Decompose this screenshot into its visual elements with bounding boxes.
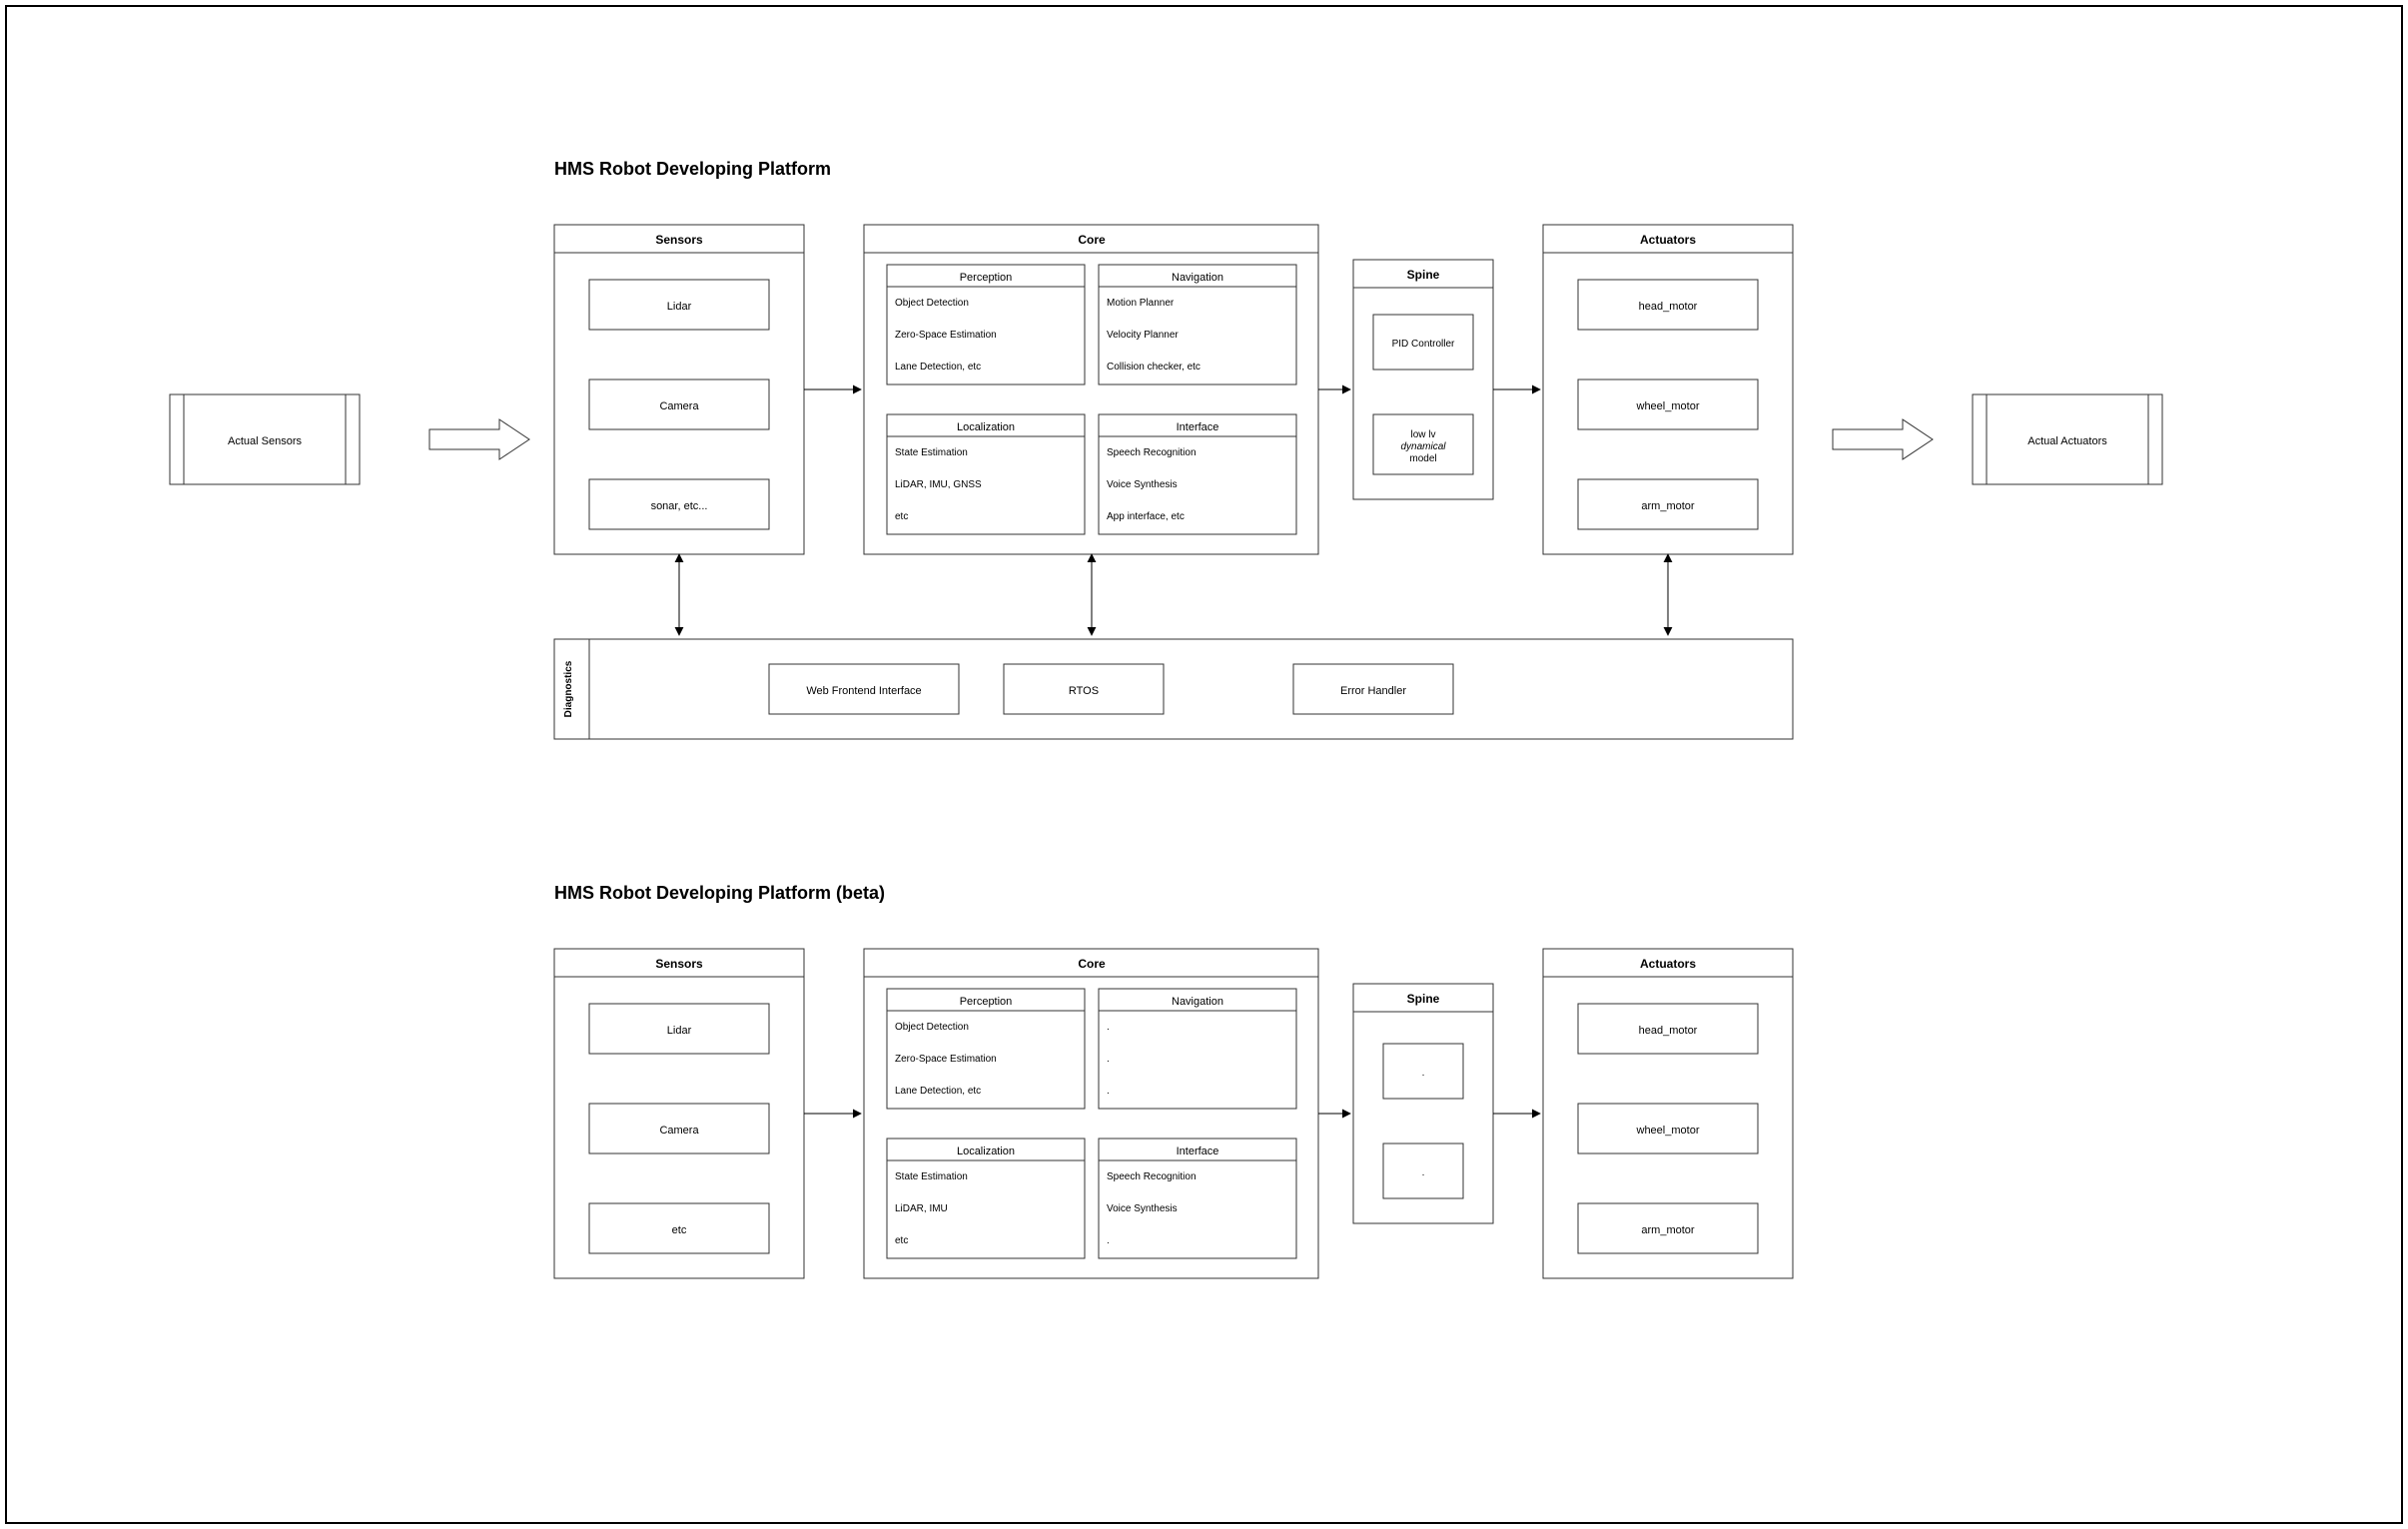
svg-text:.: . (1422, 1068, 1425, 1079)
svg-text:arm_motor: arm_motor (1641, 500, 1695, 512)
svg-text:Actuators: Actuators (1640, 233, 1696, 247)
svg-text:.: . (1422, 1167, 1425, 1178)
svg-text:low lv: low lv (1410, 429, 1435, 440)
svg-text:Object Detection: Object Detection (895, 298, 969, 309)
svg-text:Localization: Localization (957, 1146, 1015, 1157)
svg-text:sonar, etc...: sonar, etc... (651, 500, 708, 512)
svg-text:Voice Synthesis: Voice Synthesis (1107, 1203, 1178, 1214)
actual-sensors-block: Actual Sensors (170, 394, 360, 484)
sensors-column: Sensors Lidar Camera sonar, etc... (554, 225, 804, 554)
svg-text:.: . (1107, 1054, 1110, 1065)
svg-text:Camera: Camera (659, 400, 699, 412)
svg-text:State Estimation: State Estimation (895, 447, 968, 458)
svg-text:Lidar: Lidar (667, 1025, 692, 1037)
svg-text:Speech Recognition: Speech Recognition (1107, 1171, 1197, 1182)
core-block: Core Perception Object Detection Zero-Sp… (864, 225, 1318, 554)
diagram-canvas: HMS Robot Developing Platform Actual Sen… (0, 0, 2408, 1529)
svg-text:Interface: Interface (1177, 421, 1219, 433)
svg-text:wheel_motor: wheel_motor (1636, 400, 1700, 412)
svg-text:LiDAR, IMU: LiDAR, IMU (895, 1203, 948, 1214)
svg-text:model: model (1409, 453, 1436, 464)
svg-text:Spine: Spine (1407, 268, 1440, 282)
svg-text:.: . (1107, 1086, 1110, 1097)
beta-sensors-column: Sensors Lidar Camera etc (554, 949, 804, 1278)
svg-text:Actual Sensors: Actual Sensors (228, 435, 302, 447)
svg-text:Sensors: Sensors (655, 957, 703, 971)
svg-text:Actual Actuators: Actual Actuators (2027, 435, 2107, 447)
svg-text:Perception: Perception (960, 272, 1013, 284)
big-arrow-right (1833, 419, 1933, 459)
svg-text:Navigation: Navigation (1172, 996, 1223, 1008)
svg-text:Core: Core (1078, 233, 1106, 247)
svg-text:Motion Planner: Motion Planner (1107, 298, 1175, 309)
svg-text:Zero-Space Estimation: Zero-Space Estimation (895, 1054, 997, 1065)
svg-text:Lane Detection, etc: Lane Detection, etc (895, 1086, 981, 1097)
svg-text:etc: etc (895, 1235, 908, 1246)
svg-text:.: . (1107, 1022, 1110, 1033)
svg-text:Navigation: Navigation (1172, 272, 1223, 284)
svg-text:head_motor: head_motor (1639, 301, 1698, 313)
svg-text:etc: etc (895, 511, 908, 522)
svg-text:PID Controller: PID Controller (1392, 339, 1455, 350)
svg-text:Lane Detection, etc: Lane Detection, etc (895, 362, 981, 373)
svg-text:App interface, etc: App interface, etc (1107, 511, 1185, 522)
svg-text:Web Frontend Interface: Web Frontend Interface (806, 685, 921, 697)
title-1: HMS Robot Developing Platform (554, 159, 831, 179)
svg-text:Spine: Spine (1407, 992, 1440, 1006)
svg-text:Localization: Localization (957, 421, 1015, 433)
svg-text:Core: Core (1078, 957, 1106, 971)
spine-block: Spine PID Controller low lv dynamical mo… (1353, 260, 1493, 499)
svg-text:Interface: Interface (1177, 1146, 1219, 1157)
svg-text:Collision checker, etc: Collision checker, etc (1107, 362, 1201, 373)
svg-text:Error Handler: Error Handler (1340, 685, 1406, 697)
svg-text:Sensors: Sensors (655, 233, 703, 247)
svg-text:Actuators: Actuators (1640, 957, 1696, 971)
svg-text:arm_motor: arm_motor (1641, 1224, 1695, 1236)
svg-text:Velocity Planner: Velocity Planner (1107, 330, 1179, 341)
svg-text:Voice Synthesis: Voice Synthesis (1107, 479, 1178, 490)
svg-text:.: . (1107, 1235, 1110, 1246)
beta-core-block: Core Perception Object Detection Zero-Sp… (864, 949, 1318, 1278)
svg-text:RTOS: RTOS (1069, 685, 1099, 697)
beta-spine-block: Spine . . (1353, 984, 1493, 1223)
svg-text:LiDAR, IMU, GNSS: LiDAR, IMU, GNSS (895, 479, 982, 490)
svg-text:Diagnostics: Diagnostics (563, 660, 574, 717)
actual-actuators-block: Actual Actuators (1973, 394, 2162, 484)
title-2: HMS Robot Developing Platform (beta) (554, 883, 885, 903)
diagnostics-block: Diagnostics Web Frontend Interface RTOS … (554, 639, 1793, 739)
svg-text:Lidar: Lidar (667, 301, 692, 313)
svg-text:dynamical: dynamical (1400, 441, 1446, 452)
beta-actuators-column: Actuators head_motor wheel_motor arm_mot… (1543, 949, 1793, 1278)
svg-text:head_motor: head_motor (1639, 1025, 1698, 1037)
svg-text:Perception: Perception (960, 996, 1013, 1008)
svg-text:Camera: Camera (659, 1125, 699, 1137)
svg-text:etc: etc (672, 1224, 687, 1236)
svg-text:Speech Recognition: Speech Recognition (1107, 447, 1197, 458)
svg-text:wheel_motor: wheel_motor (1636, 1125, 1700, 1137)
big-arrow-left (429, 419, 529, 459)
svg-text:State Estimation: State Estimation (895, 1171, 968, 1182)
svg-text:Zero-Space Estimation: Zero-Space Estimation (895, 330, 997, 341)
svg-text:Object Detection: Object Detection (895, 1022, 969, 1033)
actuators-column: Actuators head_motor wheel_motor arm_mot… (1543, 225, 1793, 554)
